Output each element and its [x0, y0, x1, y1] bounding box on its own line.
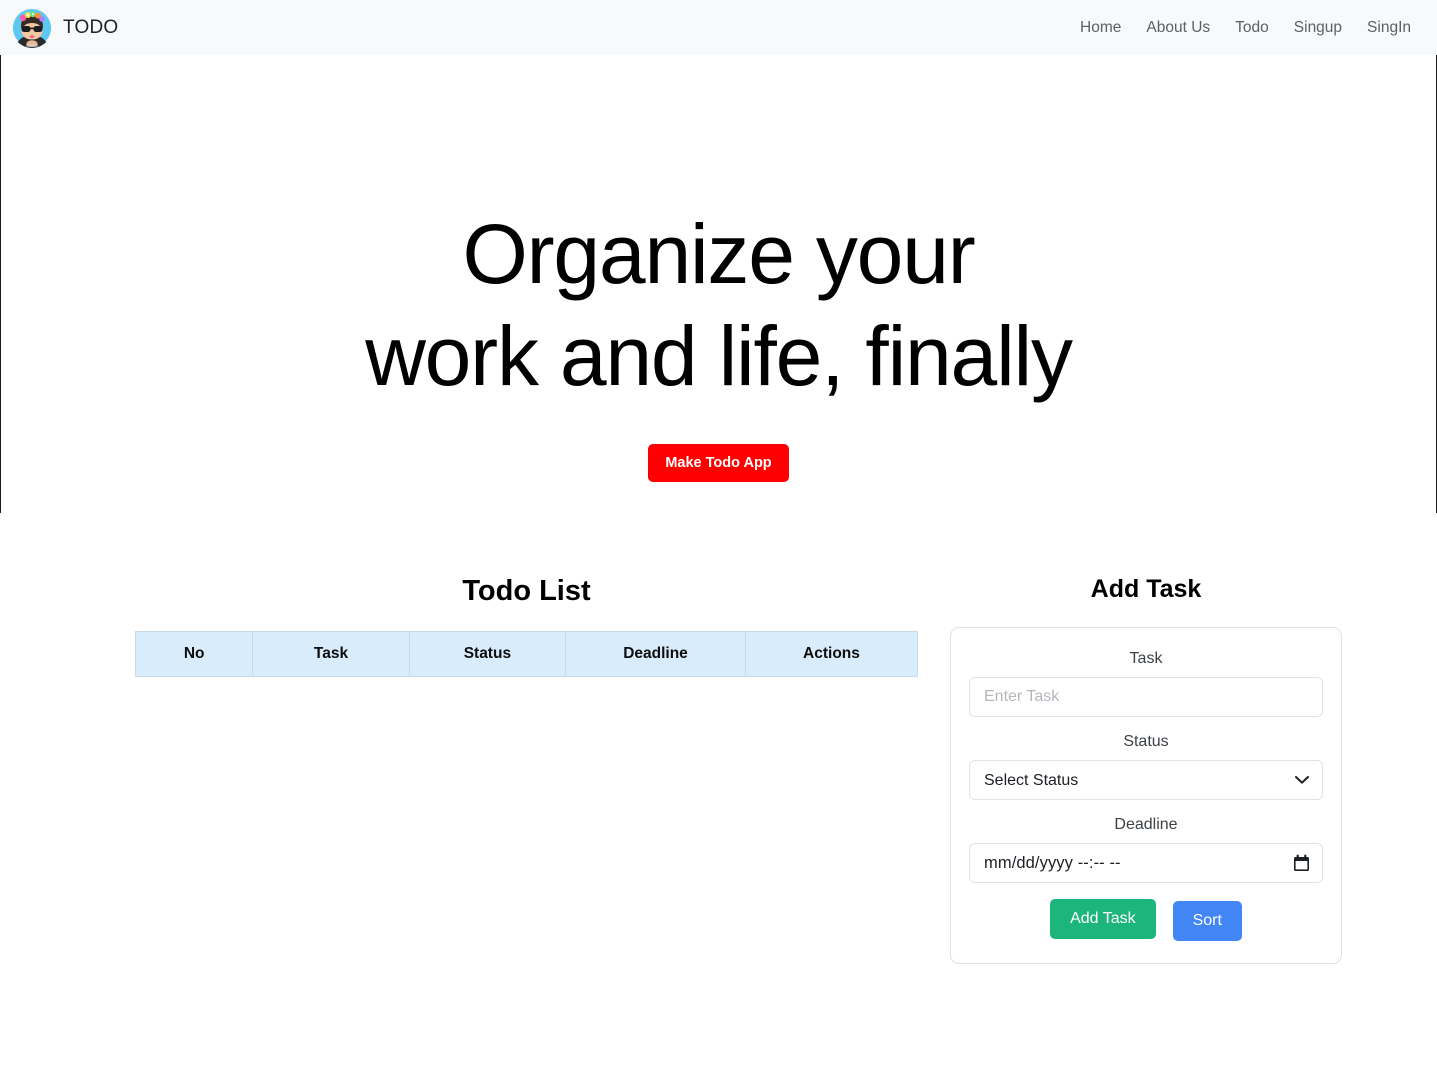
- add-task-card: Task Status Select Status Dead: [950, 627, 1342, 964]
- nav-link-todo[interactable]: Todo: [1235, 19, 1269, 37]
- nav-link-singup[interactable]: Singup: [1294, 19, 1342, 37]
- nav-link-home[interactable]: Home: [1080, 19, 1121, 37]
- column-header-no: No: [134, 631, 254, 677]
- brand-label: TODO: [63, 16, 119, 38]
- deadline-field-group: Deadline mm/dd/yyyy --:-- --: [969, 816, 1323, 883]
- main-content: Todo List No Task Status Deadline Action…: [0, 513, 1437, 964]
- table-header-row: No Task Status Deadline Actions: [134, 631, 919, 677]
- deadline-input[interactable]: mm/dd/yyyy --:-- --: [969, 843, 1323, 883]
- deadline-input-wrapper: mm/dd/yyyy --:-- --: [969, 843, 1323, 883]
- todo-list-section: Todo List No Task Status Deadline Action…: [0, 575, 950, 677]
- status-select[interactable]: Select Status: [969, 760, 1323, 800]
- hero-title-line-2: work and life, finally: [365, 309, 1073, 404]
- avatar-icon: [12, 7, 52, 48]
- page-title: Organize your work and life, finally: [365, 203, 1073, 408]
- deadline-label: Deadline: [1114, 816, 1178, 833]
- add-task-button[interactable]: Add Task: [1050, 899, 1156, 939]
- todo-list-heading: Todo List: [462, 575, 591, 607]
- todo-table-head: No Task Status Deadline Actions: [134, 631, 919, 677]
- deadline-placeholder-text: mm/dd/yyyy --:-- --: [984, 853, 1121, 872]
- navbar: TODO Home About Us Todo Singup SingIn: [0, 0, 1437, 55]
- nav-links: Home About Us Todo Singup SingIn: [1080, 19, 1411, 37]
- nav-link-singin[interactable]: SingIn: [1367, 19, 1411, 37]
- calendar-icon[interactable]: [1293, 854, 1310, 872]
- column-header-task: Task: [252, 631, 410, 677]
- add-task-section: Add Task Task Status Select Status: [950, 575, 1342, 964]
- task-field-group: Task: [969, 650, 1323, 717]
- column-header-actions: Actions: [744, 631, 919, 677]
- hero-title-line-1: Organize your: [462, 207, 976, 301]
- nav-link-about-us[interactable]: About Us: [1146, 19, 1210, 37]
- task-label: Task: [1129, 650, 1163, 667]
- column-header-status: Status: [408, 631, 567, 677]
- status-select-wrapper: Select Status: [969, 760, 1323, 800]
- column-header-deadline: Deadline: [565, 631, 746, 677]
- sort-button[interactable]: Sort: [1172, 901, 1242, 941]
- add-task-heading: Add Task: [1090, 575, 1202, 603]
- status-field-group: Status Select Status: [969, 733, 1323, 800]
- brand-logo-link[interactable]: TODO: [12, 7, 119, 48]
- form-button-row: Add Task Sort: [969, 899, 1323, 941]
- hero-section: Organize your work and life, finally Mak…: [0, 55, 1437, 513]
- todo-table: No Task Status Deadline Actions: [134, 631, 919, 677]
- make-todo-app-button[interactable]: Make Todo App: [648, 443, 789, 482]
- task-input[interactable]: [969, 677, 1323, 717]
- status-label: Status: [1123, 733, 1169, 750]
